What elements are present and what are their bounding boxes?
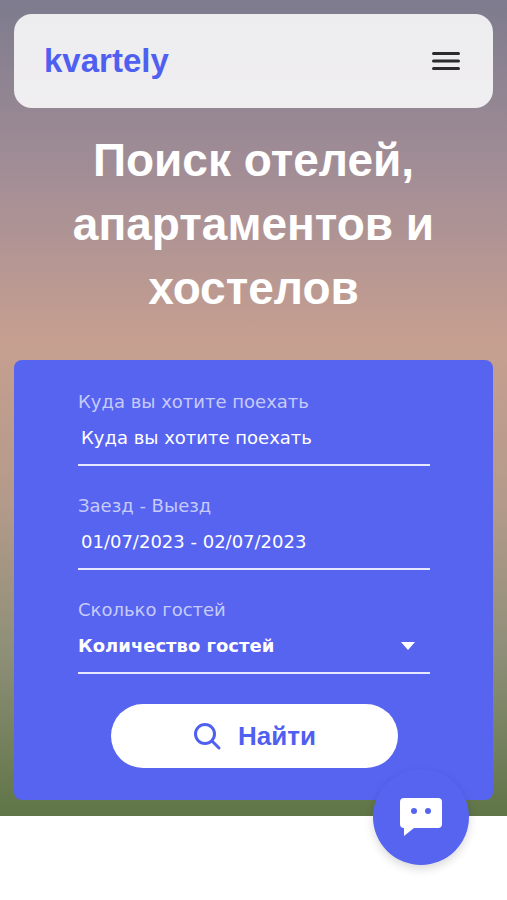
field-input[interactable]: Куда вы хотите поехать: [78, 426, 430, 450]
field-input[interactable]: Количество гостей: [78, 634, 430, 658]
field-value: 01/07/2023 - 02/07/2023: [81, 530, 306, 554]
field-label: Куда вы хотите поехать: [78, 390, 430, 414]
text-field[interactable]: Куда вы хотите поехать Куда вы хотите пое…: [78, 390, 430, 466]
menu-button[interactable]: [427, 46, 465, 76]
chat-bubble-icon: [398, 795, 444, 839]
field-value: Количество гостей: [78, 634, 274, 658]
hero-section: kvartely Поиск отелей, апартаментов и хос…: [0, 0, 507, 816]
chat-button[interactable]: [373, 769, 469, 865]
header: kvartely: [14, 14, 493, 108]
search-icon: [192, 721, 222, 751]
page: kvartely Поиск отелей, апартаментов и хос…: [0, 0, 507, 900]
hero-title: Поиск отелей, апартаментов и хостелов: [14, 128, 493, 320]
field-input[interactable]: 01/07/2023 - 02/07/2023: [78, 530, 430, 554]
caret-down-icon: [400, 641, 416, 651]
field-label: Заезд - Выезд: [78, 494, 430, 518]
search-button[interactable]: Найти: [111, 704, 398, 768]
field-label: Сколько гостей: [78, 598, 430, 622]
hamburger-icon: [431, 50, 461, 72]
select-field[interactable]: Сколько гостей Количество гостей: [78, 598, 430, 674]
field-value: Куда вы хотите поехать: [81, 426, 312, 450]
date-field[interactable]: Заезд - Выезд 01/07/2023 - 02/07/2023: [78, 494, 430, 570]
search-form: Куда вы хотите поехать Куда вы хотите пое…: [14, 360, 493, 800]
logo[interactable]: kvartely: [44, 42, 169, 80]
